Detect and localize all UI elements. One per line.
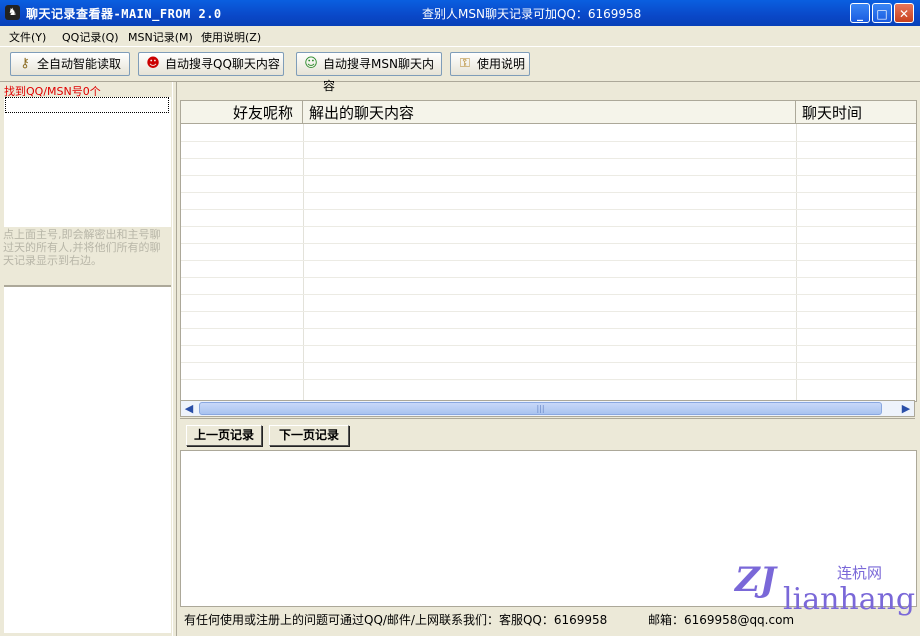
menu-qq-records[interactable]: QQ记录(Q) <box>62 29 119 45</box>
menu-bar: 文件(Y) QQ记录(Q) MSN记录(M) 使用说明(Z) <box>0 26 920 45</box>
minimize-button[interactable]: _ <box>850 3 870 23</box>
menu-help[interactable]: 使用说明(Z) <box>201 29 261 45</box>
grid-header: 好友呢称 解出的聊天内容 聊天时间 <box>181 101 916 124</box>
maximize-button[interactable]: □ <box>872 3 892 23</box>
msn-people-icon: ☺ <box>304 56 318 71</box>
auto-read-label: 全自动智能读取 <box>37 57 122 71</box>
next-page-button[interactable]: 下一页记录 <box>269 425 349 446</box>
watermark-zj: ZJ <box>735 560 776 600</box>
horizontal-scrollbar[interactable]: ◀ ||| ▶ <box>180 400 915 417</box>
search-msn-button[interactable]: ☺ 自动搜寻MSN聊天内容 <box>296 52 442 93</box>
help-button[interactable]: ⚿ 使用说明 <box>450 52 530 76</box>
search-qq-button[interactable]: ☻ 自动搜寻QQ聊天内容 <box>138 52 284 76</box>
scroll-thumb[interactable]: ||| <box>199 402 882 415</box>
watermark-cn: 连杭网 <box>837 564 883 582</box>
scroll-left-icon[interactable]: ◀ <box>181 401 197 416</box>
help-key-icon: ⚿ <box>460 56 470 71</box>
qq-penguin-icon: ☻ <box>146 56 160 71</box>
auto-read-button[interactable]: ⚷ 全自动智能读取 <box>10 52 130 76</box>
column-time[interactable]: 聊天时间 <box>802 102 862 123</box>
menu-msn-records[interactable]: MSN记录(M) <box>128 29 193 45</box>
left-hint-text: 点上面主号,即会解密出和主号聊过天的所有人,并将他们所有的聊天记录显示到右边。 <box>3 228 161 267</box>
contact-list[interactable] <box>4 285 171 633</box>
prev-page-button[interactable]: 上一页记录 <box>186 425 262 446</box>
search-msn-label: 自动搜寻MSN聊天内容 <box>323 57 434 93</box>
status-contact-text: 有任何使用或注册上的问题可通过QQ/邮件/上网联系我们：客服QQ：6169958 <box>184 613 608 627</box>
watermark-name: lianhang <box>783 582 916 617</box>
splitter[interactable] <box>172 82 177 636</box>
account-list-focus-row[interactable] <box>5 97 169 113</box>
search-qq-label: 自动搜寻QQ聊天内容 <box>165 57 280 71</box>
help-label: 使用说明 <box>477 57 526 71</box>
title-bar[interactable]: ♞ 聊天记录查看器-MAIN_FROM 2.0 查别人MSN聊天记录可加QQ：6… <box>0 0 920 26</box>
close-button[interactable]: ✕ <box>894 3 914 23</box>
chat-grid[interactable]: 好友呢称 解出的聊天内容 聊天时间 <box>180 100 917 402</box>
key-icon: ⚷ <box>20 56 30 71</box>
watermark-logo: ZJ 连杭网 lianhang <box>735 556 920 626</box>
toolbar: ⚷ 全自动智能读取 ☻ 自动搜寻QQ聊天内容 ☺ 自动搜寻MSN聊天内容 ⚿ 使… <box>0 46 920 93</box>
menu-file[interactable]: 文件(Y) <box>9 29 46 45</box>
account-list[interactable] <box>4 97 171 227</box>
column-nickname[interactable]: 好友呢称 <box>233 102 293 123</box>
app-icon: ♞ <box>5 5 20 20</box>
pager-bar: 上一页记录 下一页记录 <box>180 418 915 451</box>
title-contact-text: 查别人MSN聊天记录可加QQ：6169958 <box>422 7 642 21</box>
window-title: 聊天记录查看器-MAIN_FROM 2.0 <box>26 7 222 21</box>
column-content[interactable]: 解出的聊天内容 <box>309 102 414 123</box>
scroll-right-icon[interactable]: ▶ <box>898 401 914 416</box>
